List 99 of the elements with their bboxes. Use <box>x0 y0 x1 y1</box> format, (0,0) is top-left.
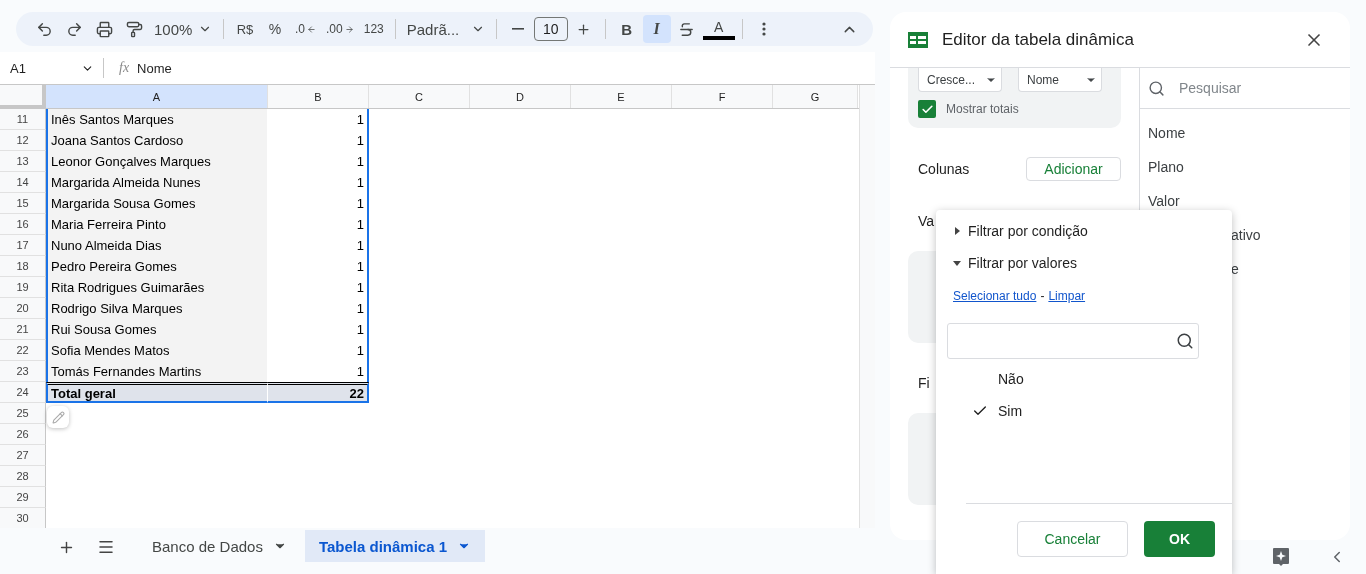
plus-icon <box>576 21 592 37</box>
filter-section[interactable]: Filtrar por valores <box>936 247 1232 279</box>
column-header[interactable]: D <box>470 85 571 108</box>
row-number[interactable]: 21 <box>0 319 46 340</box>
row-number[interactable]: 17 <box>0 235 46 256</box>
sparkle-icon[interactable] <box>1272 547 1290 567</box>
table-cell: Rodrigo Silva Marques <box>46 298 268 319</box>
column-header[interactable]: E <box>571 85 672 108</box>
text-color-button[interactable]: A <box>702 18 735 40</box>
value-search-field[interactable] <box>947 323 1199 359</box>
row-number[interactable]: 14 <box>0 172 46 193</box>
currency-button[interactable]: R$ <box>231 15 259 43</box>
add-button[interactable]: Adicionar <box>1026 157 1121 181</box>
row-number[interactable]: 11 <box>0 109 46 130</box>
redo-icon <box>65 20 83 38</box>
sort-order-dropdown[interactable]: Cresce... <box>918 68 1002 92</box>
percent-button[interactable]: % <box>261 15 289 43</box>
row-number[interactable]: 13 <box>0 151 46 172</box>
sort-by-dropdown[interactable]: Nome <box>1018 68 1102 92</box>
table-cell: Total geral <box>46 382 268 403</box>
caret-right-icon <box>952 226 962 236</box>
table-cell: Inês Santos Marques <box>46 109 268 130</box>
table-cell: Pedro Pereira Gomes <box>46 256 268 277</box>
zoom-dropdown[interactable]: 100% <box>150 15 216 43</box>
panel-title: Editor da tabela dinâmica <box>942 29 1135 50</box>
select-all-link[interactable]: Selecionar tudo <box>953 289 1037 303</box>
search-icon <box>1176 332 1194 350</box>
row-number[interactable]: 25 <box>0 403 46 424</box>
caret-down-icon <box>952 258 962 268</box>
row-number[interactable]: 26 <box>0 424 46 445</box>
table-cell: Leonor Gonçalves Marques <box>46 151 268 172</box>
column-header[interactable]: A <box>46 85 268 108</box>
row-number[interactable]: 18 <box>0 256 46 277</box>
increase-decimals-button[interactable]: .00 <box>322 15 358 43</box>
decrease-decimals-button[interactable]: .0 <box>291 15 320 43</box>
row-number[interactable]: 19 <box>0 277 46 298</box>
table-cell: Margarida Sousa Gomes <box>46 193 268 214</box>
table-cell: 22 <box>268 382 369 403</box>
checkbox-label: Mostrar totais <box>946 102 1019 116</box>
minus-icon <box>511 28 524 30</box>
link-separator: - <box>1040 289 1045 303</box>
row-number[interactable]: 28 <box>0 466 46 487</box>
section-label: Fi <box>918 375 930 391</box>
row-number[interactable]: 15 <box>0 193 46 214</box>
search-icon <box>1148 79 1165 97</box>
bold-button[interactable]: B <box>612 15 641 43</box>
number-format-button[interactable]: 123 <box>359 15 388 43</box>
strikethrough-icon <box>678 20 696 38</box>
sheet-tab[interactable]: Banco de Dados <box>138 530 301 562</box>
column-header[interactable]: C <box>369 85 470 108</box>
filter-section[interactable]: Filtrar por condição <box>936 215 1232 247</box>
ok-button[interactable]: OK <box>1144 521 1215 557</box>
field-item[interactable]: Valor <box>1140 184 1350 218</box>
italic-button[interactable]: I <box>642 15 671 43</box>
menu-icon <box>97 538 115 556</box>
table-cell: Tomás Fernandes Martins <box>46 361 268 382</box>
column-header[interactable]: F <box>672 85 773 108</box>
section-label: Colunas <box>918 161 970 177</box>
function-icon: fx <box>119 60 130 76</box>
arrow-right-icon <box>344 24 354 34</box>
table-cell: Rita Rodrigues Guimarães <box>46 277 268 298</box>
row-number[interactable]: 16 <box>0 214 46 235</box>
row-number[interactable]: 27 <box>0 445 46 466</box>
row-number[interactable]: 12 <box>0 130 46 151</box>
row-number[interactable]: 29 <box>0 487 46 508</box>
font-dropdown[interactable]: Padrã... <box>402 15 489 43</box>
row-number[interactable]: 23 <box>0 361 46 382</box>
sheet-icon <box>908 31 928 48</box>
row-number[interactable]: 24 <box>0 382 46 403</box>
check-icon <box>920 102 934 116</box>
name-box[interactable]: A1 <box>10 60 98 76</box>
printer-icon <box>95 20 113 38</box>
row-number[interactable]: 22 <box>0 340 46 361</box>
cancel-button[interactable]: Cancelar <box>1017 521 1128 557</box>
field-item[interactable]: Nome <box>1140 116 1350 150</box>
arrow-left-icon <box>307 24 316 34</box>
font-size-field[interactable]: 10 <box>533 17 568 41</box>
show-totals-checkbox[interactable] <box>918 100 936 118</box>
column-header[interactable]: B <box>268 85 369 108</box>
column-header[interactable]: G <box>773 85 858 108</box>
undo-icon <box>35 20 53 38</box>
more-icon <box>761 22 766 36</box>
field-item[interactable]: Plano <box>1140 150 1350 184</box>
table-cell: Joana Santos Cardoso <box>46 130 268 151</box>
table-cell: Rui Sousa Gomes <box>46 319 268 340</box>
paint-roller-icon <box>125 20 143 38</box>
clear-link[interactable]: Limpar <box>1048 289 1086 303</box>
value-option[interactable]: Sim <box>936 395 1232 427</box>
table-cell: Sofia Mendes Matos <box>46 340 268 361</box>
table-cell: Margarida Almeida Nunes <box>46 172 268 193</box>
formula-content: Nome <box>137 60 172 76</box>
row-number[interactable]: 30 <box>0 508 46 528</box>
table-cell: Nuno Almeida Dias <box>46 235 268 256</box>
table-cell: Maria Ferreira Pinto <box>46 214 268 235</box>
sheet-tab[interactable]: Tabela dinâmica 1 <box>304 530 486 562</box>
pencil-icon <box>51 410 65 424</box>
value-option[interactable]: Não <box>936 363 1232 395</box>
section-label: Va <box>918 213 935 229</box>
row-number[interactable]: 20 <box>0 298 46 319</box>
